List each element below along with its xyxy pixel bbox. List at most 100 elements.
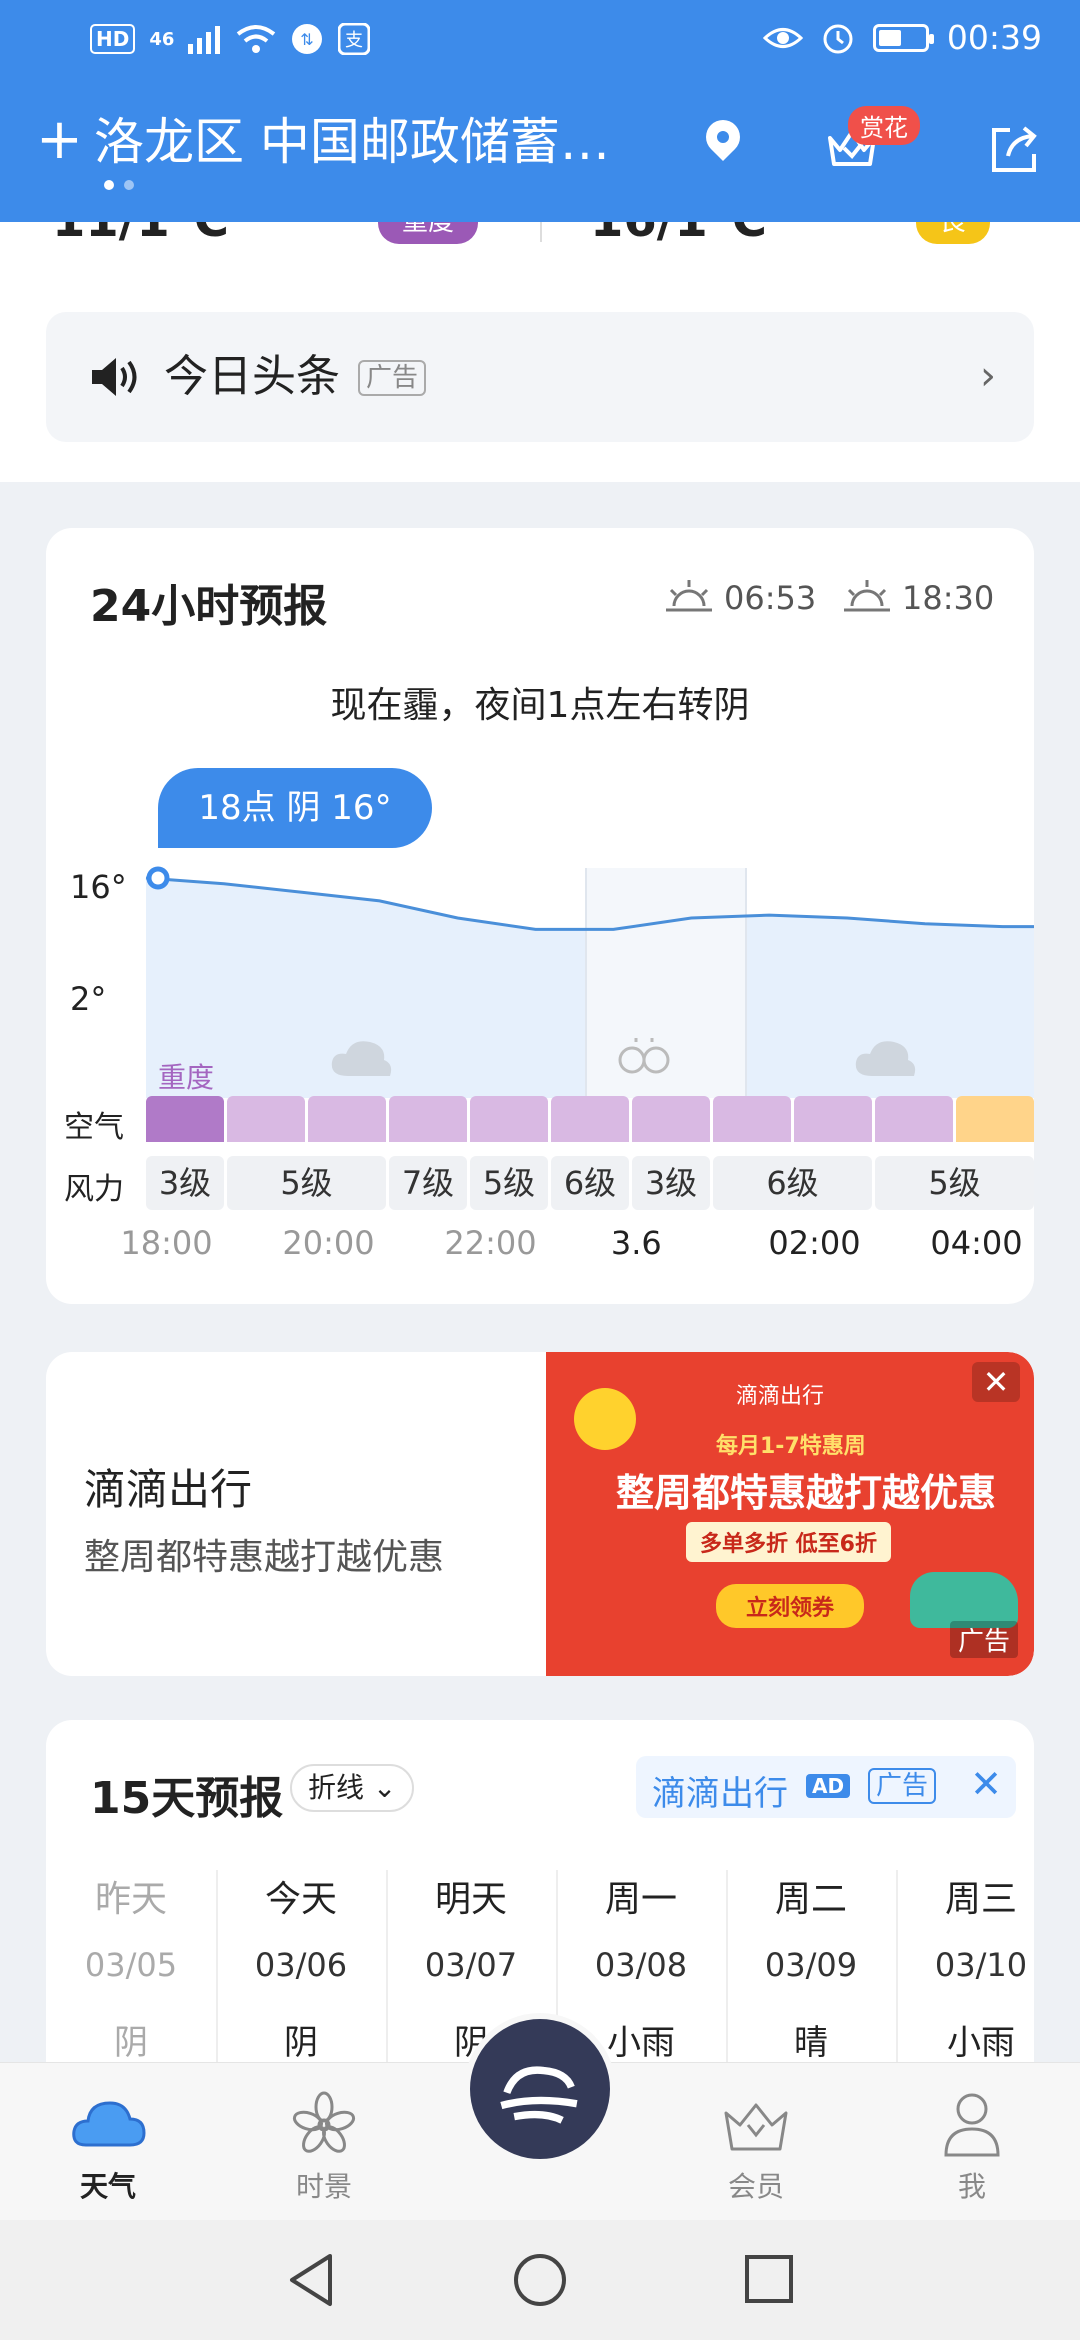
aqi-cell [875,1096,953,1142]
day-column[interactable]: 周二 03/09 晴 [726,1870,896,2070]
didi-ad-card[interactable]: 滴滴出行 整周都特惠越打越优惠 滴滴出行 每月1-7特惠周 整周都特惠越打越优惠… [46,1352,1034,1676]
signal-icon [188,26,221,54]
alarm-icon [823,24,853,53]
nav-scenery[interactable]: 时景 [264,2089,384,2205]
alipay-icon: 支 [338,23,371,55]
nav-weather[interactable]: 天气 [48,2089,168,2205]
y-high-label: 16° [70,868,127,906]
page-dot [124,180,134,190]
ad-close-button[interactable]: ✕ [972,1362,1020,1402]
time-label: 20:00 [282,1224,375,1262]
flower-icon [292,2091,356,2153]
add-city-button[interactable]: + [36,110,83,170]
wind-cell: 3级 [632,1156,710,1210]
day-date: 03/05 [84,1946,178,1984]
crown-badge: 赏花 [848,106,920,145]
car-icon [910,1572,1018,1628]
page-dot [104,180,114,190]
forecast-ad-name: 滴滴出行 [652,1774,788,1814]
eye-icon [762,27,803,48]
ad-tag: 广告 [358,360,427,396]
wind-cell: 5级 [470,1156,548,1210]
wifi-icon [237,25,276,53]
cloud-icon [72,2101,146,2147]
data-sync-icon: ⇅ [292,24,323,54]
forecast-ad-badge: AD [806,1774,851,1798]
day-name: 昨天 [94,1879,167,1920]
day-name: 周二 [774,1879,847,1920]
back-icon[interactable] [286,2252,336,2308]
day-name: 明天 [434,1879,507,1920]
ad-image-range: 每月1-7特惠周 [716,1434,866,1459]
day-weather: 小雨 [947,2023,1015,2063]
aqi-first-label: 重度 [158,1061,215,1094]
time-label: 3.6 [610,1224,662,1262]
aqi-cell [470,1096,548,1142]
chart-style-dropdown[interactable]: 折线 ⌄ [290,1764,415,1812]
person-icon [944,2093,1000,2157]
smiley-icon [574,1388,636,1450]
bottom-navigation: 天气 时景 会员 我 [0,2013,1080,2220]
day-column[interactable]: 今天 03/06 阴 [216,1870,386,2070]
weather-summary: 现在霾，夜间1点左右转阴 [330,685,750,726]
aqi-cell [146,1096,224,1142]
recents-icon[interactable] [744,2254,794,2304]
ad-label: 广告 [949,1621,1018,1658]
wind-cell: 6级 [713,1156,872,1210]
status-bar: HD 46 ⇅ 支 00:39 [0,0,1080,84]
wind-row: 3级 5级 7级 5级 6级 3级 6级 5级 [146,1156,1034,1210]
forecast-ad-tag: 广告 [868,1768,937,1804]
day-name: 今天 [264,1879,337,1920]
nav-me[interactable]: 我 [912,2089,1032,2205]
sunset-icon [844,580,890,612]
ad-cta-button[interactable]: 立刻领券 [716,1584,865,1628]
forecast-24h-title: 24小时预报 [90,581,328,632]
aqi-row-label: 空气 [64,1110,124,1145]
wind-cell: 5级 [875,1156,1034,1210]
ad-image[interactable]: 滴滴出行 每月1-7特惠周 整周都特惠越打越优惠 多单多折 低至6折 立刻领券 … [546,1352,1034,1676]
hd-indicator: HD [90,24,136,54]
ad-name: 滴滴出行 [84,1465,253,1514]
day-weather: 阴 [114,2023,148,2063]
day-column[interactable]: 周三 03/10 小雨 [896,1870,1034,2070]
headline-news-bar[interactable]: 今日头条 广告 › [46,312,1034,442]
divider [540,222,542,242]
day-weather: 阴 [284,2023,318,2063]
clock: 00:39 [946,18,1042,57]
ad-image-banner: 整周都特惠越打越优惠 [615,1471,996,1515]
swirl-cloud-icon [500,2066,578,2124]
forecast-ad-close-button[interactable]: ✕ [970,1762,1002,1806]
forecast-ad-banner[interactable]: 滴滴出行 AD 广告 ✕ [636,1756,1016,1818]
speaker-icon [92,358,137,396]
aqi-cell [308,1096,386,1142]
current-summary-card: 11/1°C 重度 16/1°C 良 今日头条 广告 › [0,192,1080,482]
wind-cell: 5级 [227,1156,386,1210]
app-header: HD 46 ⇅ 支 00:39 + 洛龙区 中国邮政储蓄银… 赏花 [0,0,1080,222]
wind-cell: 7级 [389,1156,467,1210]
day-name: 周三 [944,1879,1017,1920]
svg-text:支: 支 [345,30,363,51]
location-title[interactable]: 洛龙区 中国邮政储蓄银… [94,112,654,172]
network-indicator: 46 [149,28,175,50]
location-pin-icon[interactable] [698,112,748,162]
aqi-cell [227,1096,305,1142]
headline-title: 今日头条 [164,351,340,402]
current-point [146,866,170,890]
crown-icon [724,2103,788,2151]
center-action-button[interactable] [464,2013,616,2165]
nav-member[interactable]: 会员 [696,2089,816,2205]
sunset: 18:30 [842,578,994,618]
day-date: 03/08 [594,1946,688,1984]
home-icon[interactable] [512,2252,568,2308]
share-icon[interactable] [986,122,1042,178]
day-weather: 晴 [794,2023,828,2063]
sunrise-icon [666,580,712,612]
chevron-down-icon: ⌄ [372,1771,397,1804]
aqi-row [146,1096,1034,1142]
battery-icon [872,23,934,52]
day-column[interactable]: 昨天 03/05 阴 [46,1870,216,2070]
aqi-cell [794,1096,872,1142]
day-date: 03/06 [254,1946,348,1984]
page-indicator [104,180,134,190]
time-label: 22:00 [444,1224,537,1262]
